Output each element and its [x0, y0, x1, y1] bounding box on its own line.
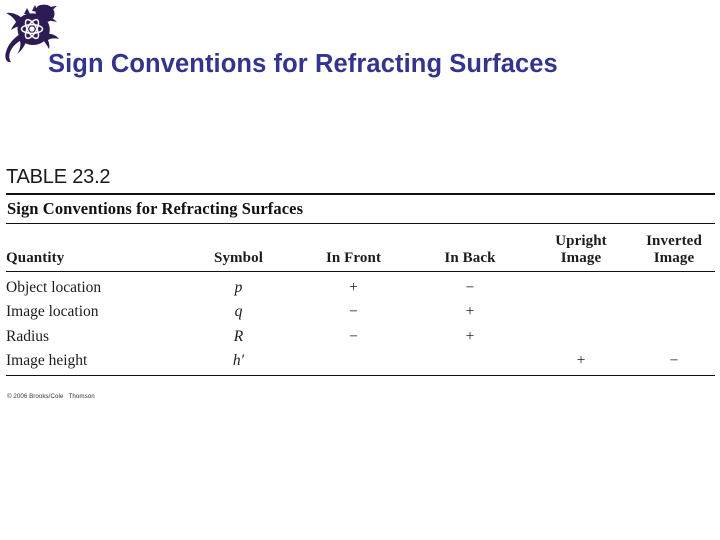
cell-inverted-image [633, 300, 715, 324]
cell-quantity: Object location [6, 279, 102, 296]
table-number-label: TABLE 23.2 [6, 166, 111, 188]
cell-upright-image [529, 300, 633, 324]
table-credit-line: © 2006 Brooks/Cole Thomson [7, 393, 95, 401]
table-row: Image location q − + [6, 300, 715, 324]
column-header-quantity: Quantity [6, 224, 181, 272]
column-header-upright-image: Upright Image [529, 224, 633, 272]
cell-upright-image: + [576, 351, 586, 369]
cell-in-front [296, 349, 411, 373]
sign-conventions-table: Quantity Symbol In Front In Back Upright… [6, 224, 715, 373]
cell-in-back: + [465, 303, 475, 321]
cell-upright-image [529, 325, 633, 349]
cell-in-back: + [465, 327, 475, 345]
cell-in-front: − [349, 303, 358, 321]
cell-in-front: + [349, 279, 358, 296]
cell-inverted-image [633, 325, 715, 349]
cell-symbol: p [234, 279, 243, 296]
cell-symbol: h′ [232, 351, 245, 369]
table-row: Image height h′ + − [6, 349, 715, 373]
column-header-inverted-image: Inverted Image [633, 224, 715, 272]
cell-upright-image [529, 272, 633, 301]
column-header-upright-image-line2: Image [560, 250, 602, 266]
cell-quantity: Image location [6, 303, 99, 321]
cell-in-front: − [349, 327, 358, 345]
column-header-inverted-image-line1: Inverted [646, 233, 702, 249]
cell-quantity: Image height [6, 351, 88, 369]
column-header-in-back: In Back [411, 224, 529, 272]
table-row: Radius R − + [6, 325, 715, 349]
cell-inverted-image [633, 272, 715, 301]
table-header-row: Quantity Symbol In Front In Back Upright… [6, 224, 715, 272]
page-title: Sign Conventions for Refracting Surfaces [48, 50, 558, 78]
cell-in-back: − [465, 279, 475, 296]
column-header-upright-image-line1: Upright [555, 233, 607, 249]
table-figure: TABLE 23.2 Sign Conventions for Refracti… [6, 164, 715, 400]
cell-quantity: Radius [6, 327, 50, 345]
column-header-in-front: In Front [296, 224, 411, 272]
column-header-symbol: Symbol [181, 224, 296, 272]
table-body: Object location p + − Image location q −… [6, 272, 715, 374]
cell-inverted-image: − [669, 351, 679, 369]
cell-symbol: R [233, 327, 244, 345]
column-header-inverted-image-line2: Image [653, 250, 695, 266]
table-row: Object location p + − [6, 272, 715, 301]
cell-in-back [411, 349, 529, 373]
cell-symbol: q [234, 303, 243, 321]
table-caption: Sign Conventions for Refracting Surfaces [7, 199, 304, 218]
